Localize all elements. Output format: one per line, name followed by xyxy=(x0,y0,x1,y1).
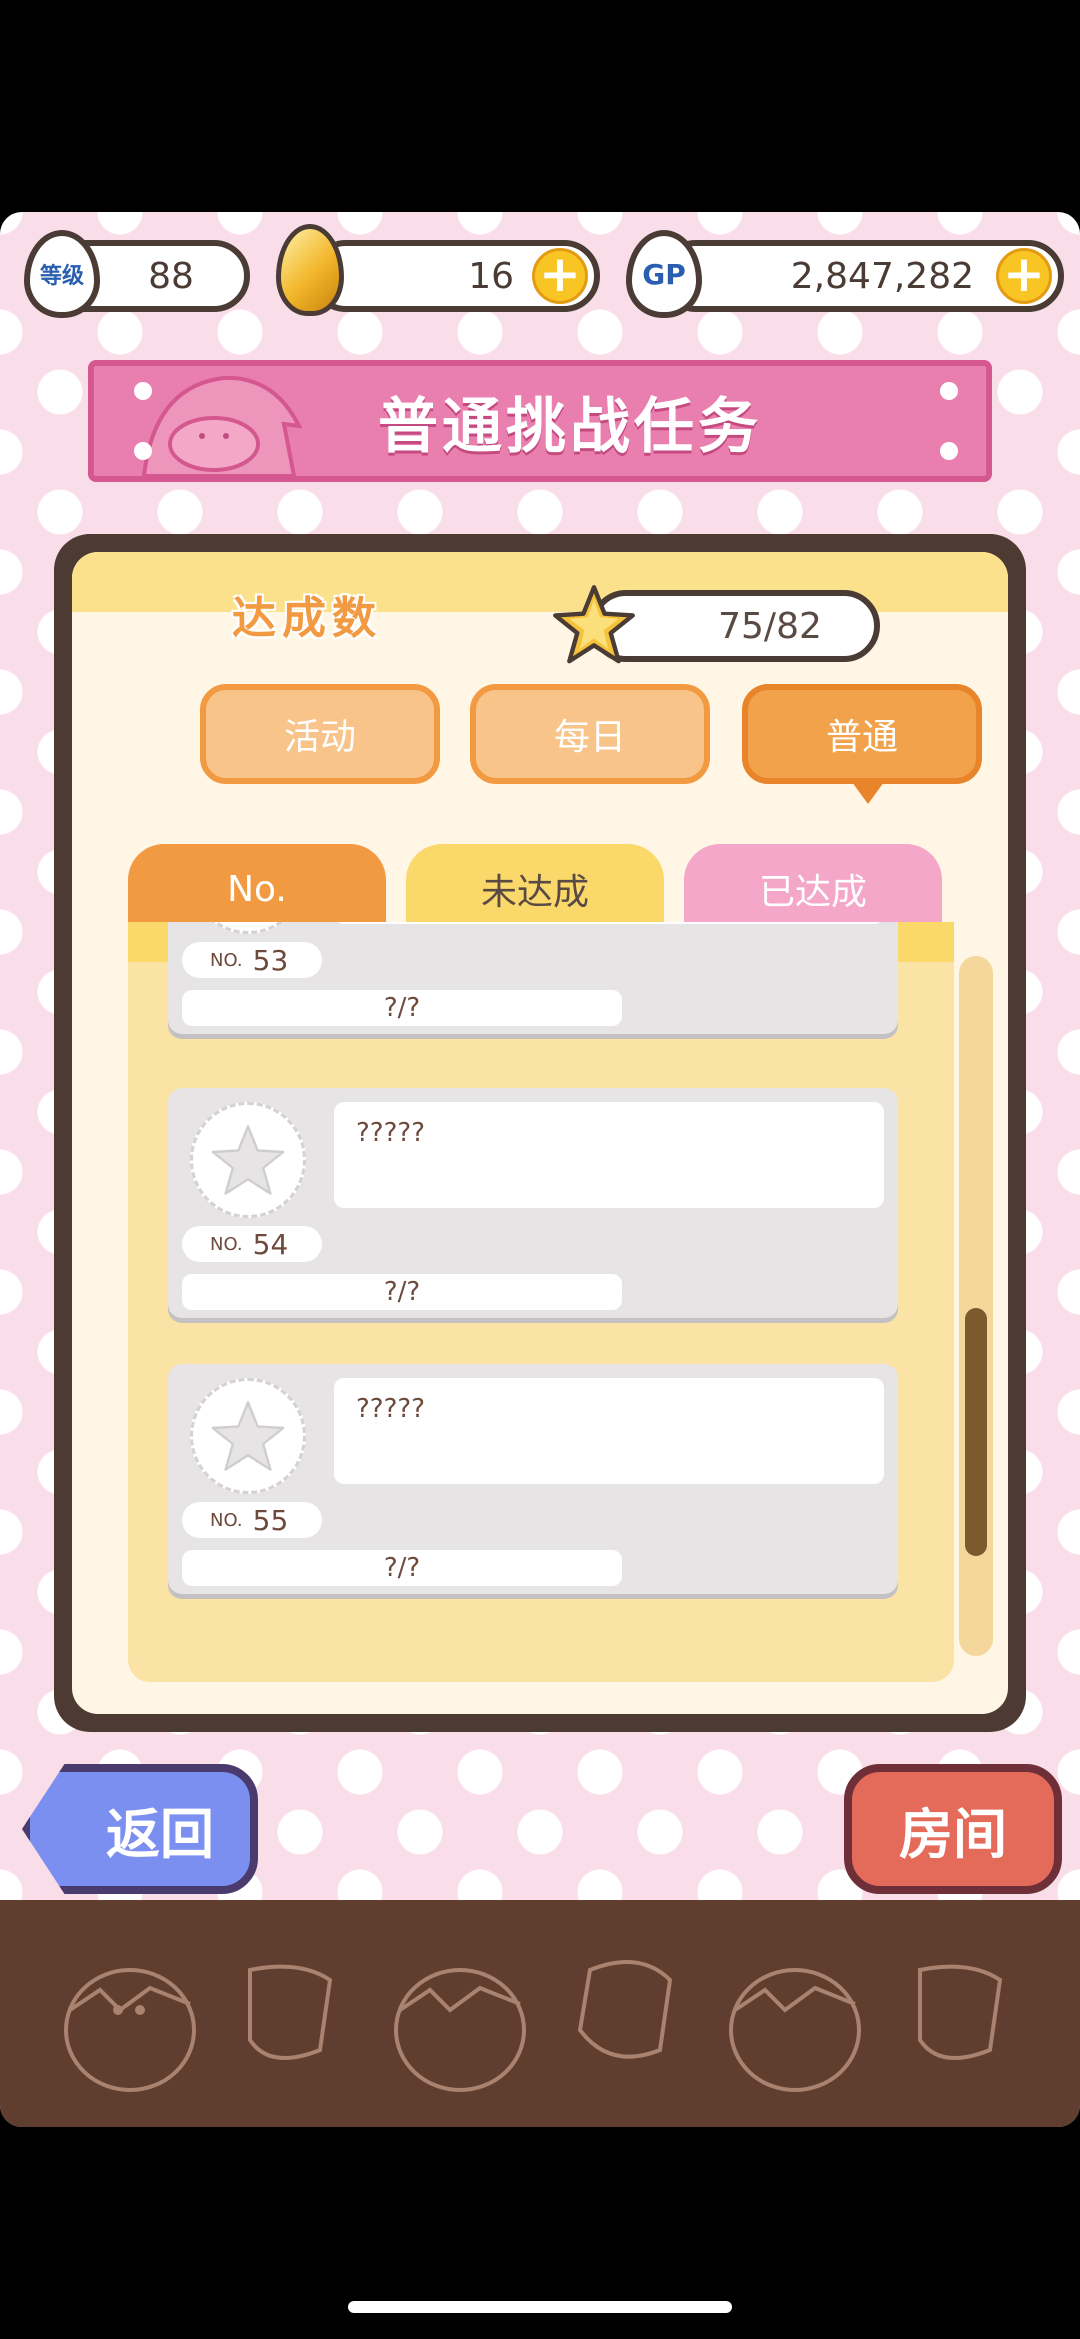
mission-number: NO. 53 xyxy=(182,942,322,978)
home-indicator[interactable] xyxy=(348,2301,732,2313)
egg-pattern-icon xyxy=(64,1960,1003,2092)
room-button[interactable]: 房间 xyxy=(844,1764,1062,1894)
filter-daily-button[interactable]: 每日 xyxy=(470,684,710,784)
add-eggs-button[interactable]: + xyxy=(532,248,588,304)
mission-number: NO. 54 xyxy=(182,1226,322,1262)
add-gp-button[interactable]: + xyxy=(996,248,1052,304)
star-outline-icon xyxy=(211,1125,285,1195)
eggs-pill: 16 + xyxy=(310,240,600,312)
level-value: 88 xyxy=(148,255,194,297)
mission-card[interactable]: ????? NO. 55 ?/? xyxy=(168,1364,898,1594)
gp-pill: 2,847,282 + xyxy=(660,240,1064,312)
golden-egg-icon xyxy=(276,224,344,316)
tab-completed[interactable]: 已达成 xyxy=(684,844,942,934)
mission-badge xyxy=(190,922,306,934)
mission-title xyxy=(334,922,884,924)
page-title: 普通挑战任务 xyxy=(378,391,762,462)
completion-value: 75/82 xyxy=(718,605,822,647)
gp-value: 2,847,282 xyxy=(790,255,974,297)
gp-label: GP xyxy=(642,257,686,291)
mission-badge xyxy=(190,1102,306,1218)
back-button[interactable]: 返回 xyxy=(22,1764,258,1894)
back-label: 返回 xyxy=(106,1802,214,1866)
level-label: 等级 xyxy=(39,264,84,289)
mission-progress: ?/? xyxy=(182,1274,622,1310)
title-banner: 普通挑战任务 xyxy=(88,360,992,482)
mission-list[interactable]: NO. 53 ?/? ????? NO. 54 ?/? ????? NO. 55… xyxy=(128,922,954,1682)
star-outline-icon xyxy=(211,1401,285,1471)
tab-number[interactable]: No. xyxy=(128,844,386,934)
tab-incomplete[interactable]: 未达成 xyxy=(406,844,664,934)
scrollbar-thumb[interactable] xyxy=(965,1308,987,1556)
mission-title: ????? xyxy=(334,1102,884,1208)
game-screen: 88 等级 16 + 2,847,282 + GP 普通挑战任务 达成数 75/… xyxy=(0,212,1080,2127)
mission-badge xyxy=(190,1378,306,1494)
eggs-value: 16 xyxy=(468,255,514,297)
scrollbar[interactable] xyxy=(959,956,993,1656)
mission-card[interactable]: NO. 53 ?/? xyxy=(168,922,898,1034)
filter-normal-button[interactable]: 普通 xyxy=(742,684,982,804)
mission-card[interactable]: ????? NO. 54 ?/? xyxy=(168,1088,898,1318)
filter-event-button[interactable]: 活动 xyxy=(200,684,440,784)
gold-star-icon xyxy=(553,585,635,664)
mission-panel: 达成数 75/82 活动 每日 普通 No. 未达成 已达成 NO. 53 ?/… xyxy=(54,534,1026,1732)
room-label: 房间 xyxy=(899,1802,1007,1866)
mission-progress: ?/? xyxy=(182,1550,622,1586)
completion-label: 达成数 xyxy=(232,593,382,644)
mission-progress: ?/? xyxy=(182,990,622,1026)
mission-number: NO. 55 xyxy=(182,1502,322,1538)
mission-title: ????? xyxy=(334,1378,884,1484)
footer-decoration xyxy=(0,1900,1080,2127)
